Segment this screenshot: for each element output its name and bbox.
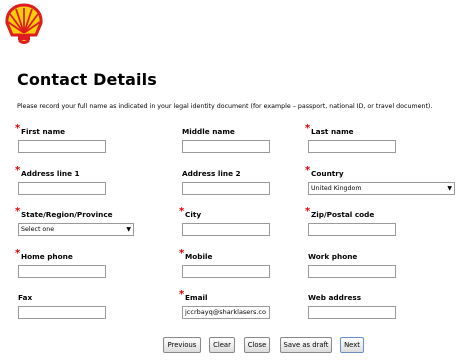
web-address-label: Web address <box>308 293 362 302</box>
chevron-down-icon: ▼ <box>447 185 452 192</box>
state-selected-value: Select one <box>21 226 55 233</box>
required-marker: * <box>305 165 311 176</box>
address-line-1-input[interactable] <box>18 182 106 195</box>
email-label: Email <box>185 293 208 302</box>
mobile-input[interactable] <box>182 265 270 278</box>
next-button[interactable]: Next <box>340 337 364 353</box>
city-label: City <box>185 210 202 219</box>
email-input[interactable]: jccrbayq@sharklasers.co <box>182 306 270 319</box>
last-name-label: Last name <box>311 127 354 136</box>
middle-name-input[interactable] <box>182 140 270 153</box>
web-address-input[interactable] <box>308 306 396 319</box>
home-phone-input[interactable] <box>18 265 106 278</box>
required-marker: * <box>179 206 185 217</box>
first-name-label: First name <box>21 127 66 136</box>
fax-input[interactable] <box>18 306 106 319</box>
middle-name-label: Middle name <box>182 127 235 136</box>
required-marker: * <box>15 123 21 134</box>
first-name-input[interactable] <box>18 140 106 153</box>
fax-label: Fax <box>18 293 33 302</box>
shell-logo-icon <box>5 3 43 44</box>
country-selected-value: United Kingdom <box>311 185 362 192</box>
address-line-2-label: Address line 2 <box>182 169 241 178</box>
chevron-down-icon: ▼ <box>126 226 131 233</box>
close-button[interactable]: Close <box>244 337 270 353</box>
required-marker: * <box>305 206 311 217</box>
country-label: Country <box>311 169 344 178</box>
work-phone-label: Work phone <box>308 252 358 261</box>
page-title: Contact Details <box>17 70 157 89</box>
zip-label: Zip/Postal code <box>311 210 375 219</box>
mobile-label: Mobile <box>185 252 213 261</box>
save-as-draft-button[interactable]: Save as draft <box>280 337 332 353</box>
required-marker: * <box>179 248 185 259</box>
required-marker: * <box>179 289 185 300</box>
last-name-input[interactable] <box>308 140 396 153</box>
city-input[interactable] <box>182 223 270 236</box>
required-marker: * <box>15 248 21 259</box>
required-marker: * <box>15 165 21 176</box>
state-label: State/Region/Province <box>21 210 113 219</box>
address-line-1-label: Address line 1 <box>21 169 80 178</box>
home-phone-label: Home phone <box>21 252 73 261</box>
previous-button[interactable]: Previous <box>163 337 201 353</box>
state-select[interactable]: Select one ▼ <box>18 223 134 236</box>
required-marker: * <box>305 123 311 134</box>
clear-button[interactable]: Clear <box>209 337 235 353</box>
required-marker: * <box>15 206 21 217</box>
work-phone-input[interactable] <box>308 265 396 278</box>
address-line-2-input[interactable] <box>182 182 270 195</box>
country-select[interactable]: United Kingdom ▼ <box>308 182 455 195</box>
zip-input[interactable] <box>308 223 396 236</box>
instructions-text: Please record your full name as indicate… <box>17 103 433 110</box>
